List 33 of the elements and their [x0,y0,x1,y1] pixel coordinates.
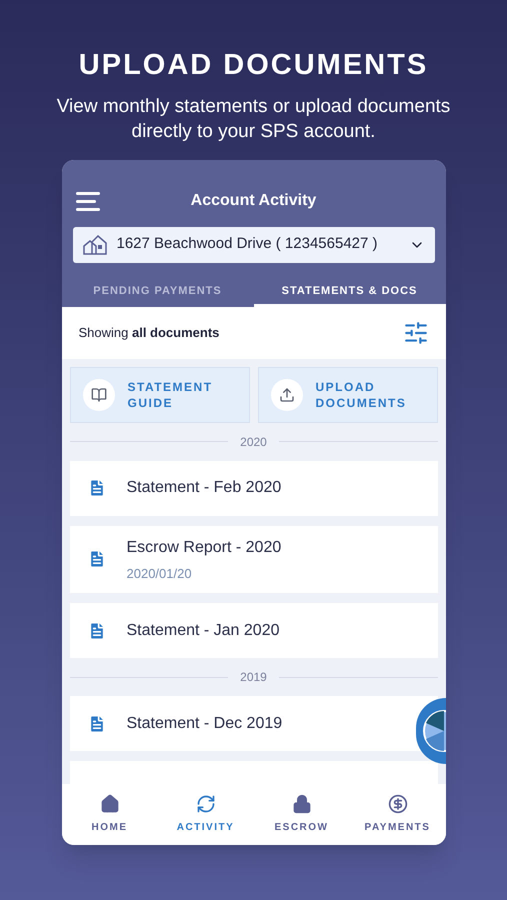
subtitle: View monthly statements or upload documents directly to your SPS account. [56,94,452,144]
year-divider-label: 2020 [240,434,267,450]
dollar-icon [388,794,408,814]
property-dropdown[interactable]: 1627 Beachwood Drive ( 1234565427 ) [72,226,434,262]
book-icon [90,386,106,402]
document-date: 2020/01/20 [126,564,193,582]
filter-summary: Showing all documents [78,324,220,342]
nav-tab[interactable]: PAYMENTS [350,794,446,834]
action-card[interactable]: STATEMENT GUIDE [70,366,250,422]
document-row[interactable]: Statement - Jan 2020 [70,603,438,658]
document-title: Statement - Dec 2019 [126,714,282,734]
year-divider-label: 2019 [240,669,267,686]
nav-tab[interactable]: ACTIVITY [158,794,254,834]
nav-tab[interactable]: ESCROW [254,794,350,834]
document-title: Escrow Report - 2020 [126,538,282,558]
document-row[interactable]: Statement - Feb 2020 [70,460,438,516]
tab[interactable]: PENDING PAYMENTS [62,278,254,306]
pie-chart-icon [422,708,446,752]
upload-icon [278,386,294,402]
screen-title: Account Activity [190,190,316,210]
filter-icon[interactable] [402,320,428,346]
document-title: Statement - Jan 2020 [126,620,280,640]
house-icon [82,234,106,254]
document-row[interactable]: Statement - Dec 2019 [70,696,438,751]
lock-icon [292,794,312,814]
refresh-icon [196,794,216,814]
menu-icon[interactable] [76,190,100,210]
document-title: Statement - Feb 2020 [126,478,282,498]
home-icon [100,794,120,814]
nav-tab[interactable]: HOME [62,794,158,834]
document-row[interactable]: Escrow Report - 2020 2020/01/20 [70,526,438,593]
headline: UPLOAD DOCUMENTS [78,48,428,83]
action-card[interactable]: UPLOAD DOCUMENTS [258,366,438,422]
